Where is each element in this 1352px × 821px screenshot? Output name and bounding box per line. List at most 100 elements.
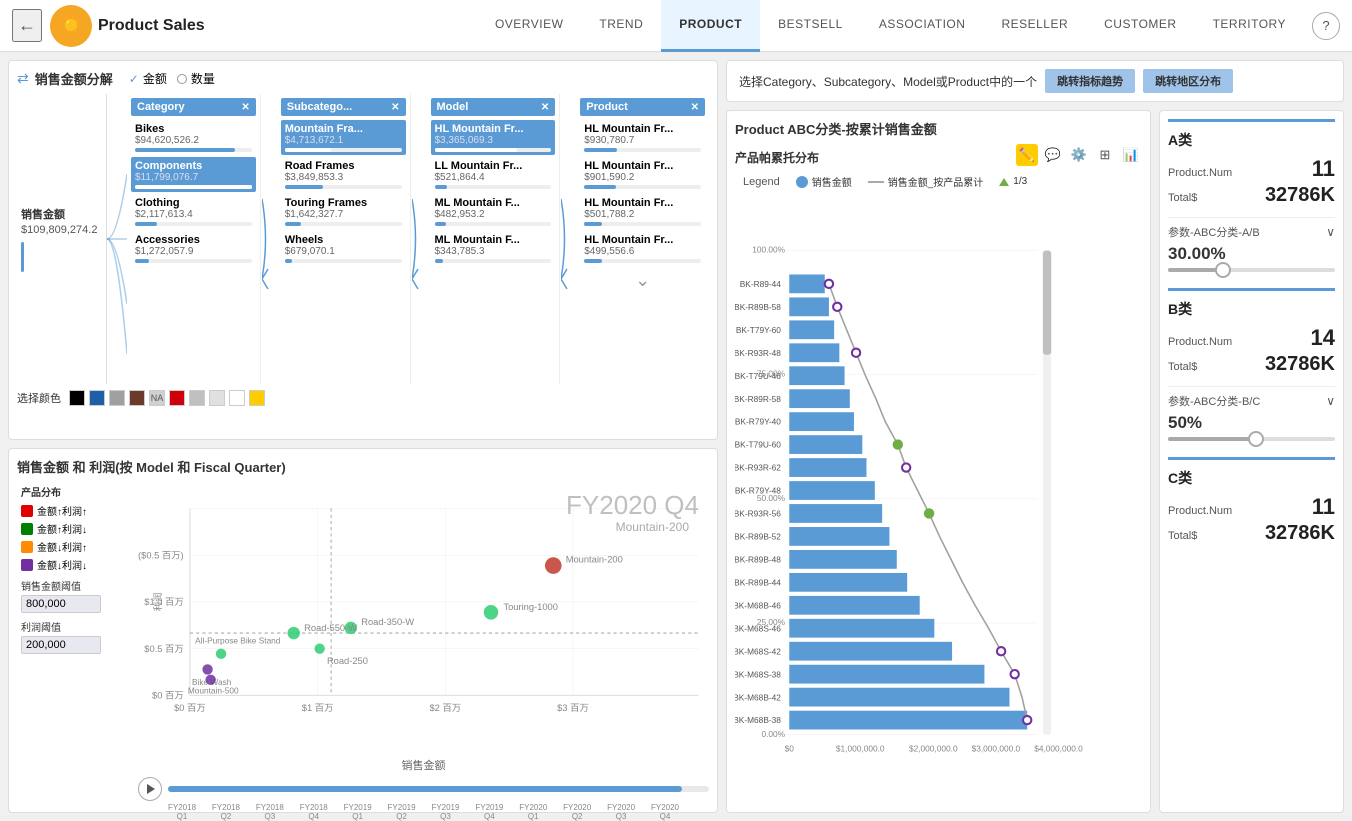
decomp-item[interactable]: HL Mountain Fr... $930,780.7 xyxy=(580,120,705,155)
abc-a-num: 11 xyxy=(1312,156,1335,182)
scatter-layout: 产品分布 金额↑利润↑ 金额↑利润↓ 金额↓利润↑ xyxy=(17,480,709,805)
scatter-point-touring1000[interactable] xyxy=(484,605,499,620)
main-content: ⇄ 销售金额分解 ✓ 金额 数量 销售金额 $109,8 xyxy=(0,52,1352,821)
decomp-item[interactable]: Touring Frames $1,642,327.7 xyxy=(281,194,406,229)
param-bc-section: 参数-ABC分类-B/C ∨ 50% xyxy=(1168,386,1335,451)
nav-overview[interactable]: OVERVIEW xyxy=(477,0,581,52)
gear-tool[interactable]: ⚙️ xyxy=(1068,144,1090,166)
svg-text:BK-R93R-48: BK-R93R-48 xyxy=(735,348,781,358)
pareto-header-row: 产品帕累托分布 ✏️ 💬 ⚙️ ⊞ 📊 xyxy=(735,144,1142,170)
svg-text:$0 百万: $0 百万 xyxy=(174,703,206,713)
fy-label: FY2020 Q4 xyxy=(566,490,699,521)
scatter-point-allpurpose[interactable] xyxy=(216,649,226,659)
color-blue[interactable] xyxy=(89,390,105,406)
legend-up-up: 金额↑利润↑ xyxy=(21,503,128,518)
decomp-item[interactable]: ML Mountain F... $482,953.2 xyxy=(431,194,556,229)
play-button[interactable] xyxy=(138,777,162,801)
nav-territory[interactable]: TERRITORY xyxy=(1195,0,1304,52)
nav-bestsell[interactable]: BESTSELL xyxy=(760,0,861,52)
decomp-item[interactable]: LL Mountain Fr... $521,864.4 xyxy=(431,157,556,192)
nav-association[interactable]: ASSOCIATION xyxy=(861,0,984,52)
abc-c-total-label: Total$ xyxy=(1168,530,1197,542)
param-bc-slider-thumb[interactable] xyxy=(1248,431,1264,447)
comment-tool[interactable]: 💬 xyxy=(1042,144,1064,166)
decomp-title: 销售金额分解 xyxy=(35,69,113,88)
decomp-item[interactable]: Clothing $2,117,613.4 xyxy=(131,194,256,229)
nav-items: OVERVIEW TREND PRODUCT BESTSELL ASSOCIAT… xyxy=(477,0,1340,52)
color-row: 选择颜色 NA xyxy=(17,390,709,406)
filter-btn-territory[interactable]: 跳转地区分布 xyxy=(1143,69,1233,93)
total-val: $109,809,274.2 xyxy=(21,224,97,236)
radio-amount[interactable]: ✓ 金额 xyxy=(129,70,167,87)
color-white[interactable] xyxy=(229,390,245,406)
decomp-item[interactable]: ML Mountain F... $343,785.3 xyxy=(431,231,556,266)
decomp-item[interactable]: Bikes $94,620,526.2 xyxy=(131,120,256,155)
scatter-point-bikewash[interactable] xyxy=(202,664,212,674)
scatter-point-road250[interactable] xyxy=(314,643,324,653)
nav-customer[interactable]: CUSTOMER xyxy=(1086,0,1194,52)
abc-b-total-row: Total$ 32786K xyxy=(1168,353,1335,376)
radio-quantity[interactable]: 数量 xyxy=(177,70,215,87)
color-na[interactable]: NA xyxy=(149,390,165,406)
amount-threshold-label: 销售金额阈值 xyxy=(21,578,128,593)
pareto-title: Product ABC分类-按累计销售金额 xyxy=(735,119,1142,138)
category-close[interactable]: ✕ xyxy=(241,102,249,113)
subcategory-header: Subcatego... ✕ xyxy=(281,98,406,116)
help-button[interactable]: ? xyxy=(1312,12,1340,40)
amount-threshold-input[interactable] xyxy=(21,595,101,613)
param-bc-slider-fill xyxy=(1168,437,1252,441)
product-close[interactable]: ✕ xyxy=(691,102,699,113)
scatter-point-mountain500[interactable] xyxy=(205,675,215,685)
color-brown[interactable] xyxy=(129,390,145,406)
subcategory-close[interactable]: ✕ xyxy=(391,102,399,113)
abc-c-num: 11 xyxy=(1312,494,1335,520)
decomp-item[interactable]: Wheels $679,070.1 xyxy=(281,231,406,266)
legend-down-up: 金额↓利润↑ xyxy=(21,539,128,554)
abc-b-num-label: Product.Num xyxy=(1168,336,1232,348)
logo-area: ☀️ Product Sales xyxy=(50,5,205,47)
decomp-item-selected[interactable]: Components $11,799,076.7 xyxy=(131,157,256,192)
timeline-track[interactable] xyxy=(168,786,709,792)
svg-text:$2 百万: $2 百万 xyxy=(429,703,461,713)
model-close[interactable]: ✕ xyxy=(541,102,549,113)
decomp-body: 销售金额 $109,809,274.2 Categor xyxy=(17,94,709,384)
decomposition-card: ⇄ 销售金额分解 ✓ 金额 数量 销售金额 $109,8 xyxy=(8,60,718,440)
param-ab-chevron[interactable]: ∨ xyxy=(1326,225,1335,239)
svg-text:BK-R93R-62: BK-R93R-62 xyxy=(735,463,781,473)
color-black[interactable] xyxy=(69,390,85,406)
left-panel: ⇄ 销售金额分解 ✓ 金额 数量 销售金额 $109,8 xyxy=(8,60,718,813)
param-ab-section: 参数-ABC分类-A/B ∨ 30.00% xyxy=(1168,217,1335,282)
chart-tool[interactable]: 📊 xyxy=(1120,144,1142,166)
color-lightgray[interactable] xyxy=(189,390,205,406)
param-ab-slider-thumb[interactable] xyxy=(1215,262,1231,278)
decomp-item-selected[interactable]: Mountain Fra... $4,713,672.1 xyxy=(281,120,406,155)
decomp-item[interactable]: Road Frames $3,849,853.3 xyxy=(281,157,406,192)
decomp-col-model: Model ✕ HL Mountain Fr... $3,365,069.3 L… xyxy=(427,94,561,384)
back-button[interactable]: ← xyxy=(12,9,42,42)
scroll-down[interactable]: ⌄ xyxy=(580,270,705,291)
decomp-item-selected[interactable]: HL Mountain Fr... $3,365,069.3 xyxy=(431,120,556,155)
svg-text:BK-M68B-42: BK-M68B-42 xyxy=(735,692,781,702)
color-red[interactable] xyxy=(169,390,185,406)
scatter-point-road550[interactable] xyxy=(287,627,299,639)
decomp-item[interactable]: Accessories $1,272,057.9 xyxy=(131,231,256,266)
scatter-point-mountain200[interactable] xyxy=(545,557,562,574)
logo: ☀️ xyxy=(50,5,92,47)
param-bc-chevron[interactable]: ∨ xyxy=(1326,394,1335,408)
scatter-title: 销售金额 和 利润(按 Model 和 Fiscal Quarter) xyxy=(17,457,709,476)
nav-trend[interactable]: TREND xyxy=(581,0,661,52)
nav-reseller[interactable]: RESELLER xyxy=(983,0,1086,52)
filter-btn-trend[interactable]: 跳转指标趋势 xyxy=(1045,69,1135,93)
pencil-tool[interactable]: ✏️ xyxy=(1016,144,1038,166)
color-gray[interactable] xyxy=(109,390,125,406)
grid-tool[interactable]: ⊞ xyxy=(1094,144,1116,166)
nav-product[interactable]: PRODUCT xyxy=(661,0,760,52)
decomp-item[interactable]: HL Mountain Fr... $499,556.6 xyxy=(580,231,705,266)
decomp-item[interactable]: HL Mountain Fr... $901,590.2 xyxy=(580,157,705,192)
svg-text:Road-250: Road-250 xyxy=(327,656,368,666)
color-verylightgray[interactable] xyxy=(209,390,225,406)
abc-b-total-label: Total$ xyxy=(1168,361,1197,373)
profit-threshold-input[interactable] xyxy=(21,636,101,654)
color-yellow[interactable] xyxy=(249,390,265,406)
decomp-item[interactable]: HL Mountain Fr... $501,788.2 xyxy=(580,194,705,229)
